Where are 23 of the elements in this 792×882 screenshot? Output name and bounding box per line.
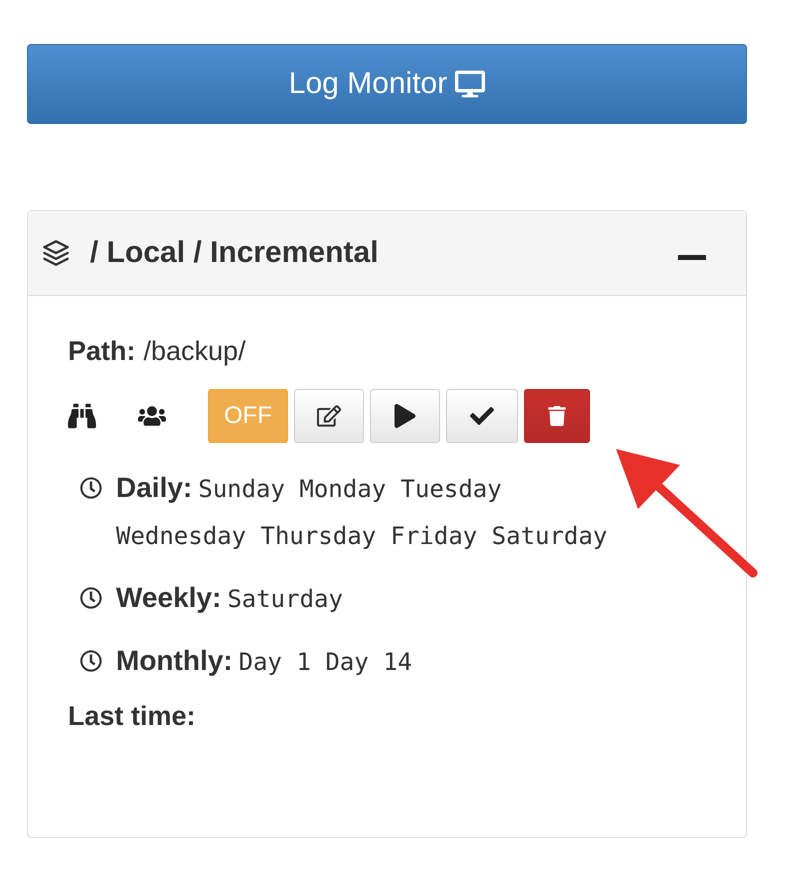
trash-icon xyxy=(547,406,567,426)
path-value: /backup/ xyxy=(144,336,246,367)
clock-icon xyxy=(80,650,102,672)
monitor-icon xyxy=(455,69,486,99)
play-icon xyxy=(393,404,417,428)
check-icon xyxy=(470,404,494,428)
clock-icon xyxy=(80,477,102,499)
clock-icon xyxy=(80,587,102,609)
last-time-label: Last time: xyxy=(68,701,196,732)
layers-icon xyxy=(42,239,70,267)
check-button[interactable] xyxy=(446,389,518,443)
log-monitor-button[interactable]: Log Monitor xyxy=(27,44,747,124)
panel-title: / Local / Incremental xyxy=(90,236,380,270)
schedule-text: Monthly: Day 1 Day 14 xyxy=(116,644,412,678)
delete-button[interactable] xyxy=(524,389,590,443)
edit-icon xyxy=(317,404,341,428)
path-label: Path: xyxy=(68,336,136,367)
play-button[interactable] xyxy=(370,389,440,443)
edit-button[interactable] xyxy=(294,389,364,443)
schedule-text: Weekly: Saturday xyxy=(116,581,343,615)
schedule-text: Daily: Sunday Monday Tuesday Wednesday Thursday Friday Saturday xyxy=(116,471,608,552)
binoculars-icon[interactable] xyxy=(68,402,96,430)
collapse-icon[interactable] xyxy=(678,254,706,260)
